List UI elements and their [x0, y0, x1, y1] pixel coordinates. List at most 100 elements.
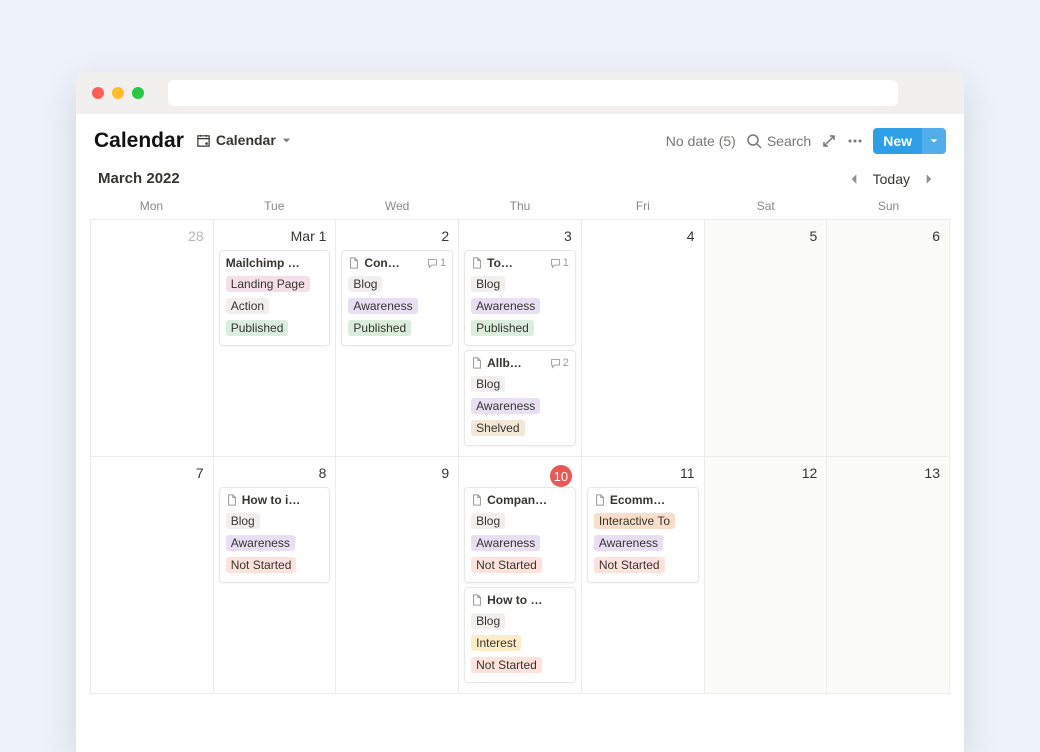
tag-blog: Blog [471, 613, 505, 629]
more-icon[interactable] [847, 133, 863, 149]
tag-interest: Interest [471, 635, 521, 651]
day-number: 3 [464, 226, 576, 250]
event-title: Allb… [487, 356, 546, 370]
tag-blog: Blog [226, 513, 260, 529]
event-card[interactable]: How to i… Blog Awareness Not Started [219, 487, 331, 583]
event-title: To… [487, 256, 546, 270]
page-icon [471, 357, 483, 369]
day-cell[interactable]: 5 [705, 220, 828, 457]
chevron-down-icon [281, 135, 292, 146]
event-card[interactable]: Ecomm… Interactive To Awareness Not Started [587, 487, 699, 583]
day-cell[interactable]: 4 [582, 220, 705, 457]
maximize-window-button[interactable] [132, 87, 144, 99]
tag-notstarted: Not Started [471, 657, 542, 673]
search-icon [746, 133, 762, 149]
day-cell[interactable]: 3 To…1BlogAwarenessPublished Allb…2BlogA… [459, 220, 582, 457]
calendar-grid: 28 Mar 1 Mailchimp …Landing PageActionPu… [90, 219, 950, 694]
day-cell[interactable]: 11 Ecomm… Interactive To Awareness Not Star… [582, 457, 705, 694]
new-button[interactable]: New [873, 128, 922, 154]
tag-awareness: Awareness [471, 398, 540, 414]
tag-published: Published [471, 320, 534, 336]
today-badge: 10 [550, 465, 572, 487]
event-title: How to i… [242, 493, 324, 507]
close-window-button[interactable] [92, 87, 104, 99]
search-button[interactable]: Search [746, 133, 811, 149]
day-cell[interactable]: 6 [827, 220, 950, 457]
tag-blog: Blog [471, 376, 505, 392]
day-cell[interactable]: 9 [336, 457, 459, 694]
dow-thu: Thu [459, 195, 582, 219]
day-number: 11 [587, 463, 699, 487]
today-button[interactable]: Today [867, 171, 916, 187]
event-card[interactable]: Allb… 2 Blog Awareness Shelved [464, 350, 576, 446]
dow-mon: Mon [90, 195, 213, 219]
comment-icon [550, 258, 561, 269]
event-title: Ecomm… [610, 493, 692, 507]
day-cell[interactable]: 2 Con…1BlogAwarenessPublished [336, 220, 459, 457]
day-cell[interactable]: 10 Compan… Blog Awareness Not Started How t… [459, 457, 582, 694]
new-button-dropdown[interactable] [922, 128, 946, 154]
comment-count: 2 [550, 357, 569, 369]
page-icon [471, 594, 483, 606]
day-number: 9 [341, 463, 453, 487]
event-title: How to … [487, 593, 569, 607]
event-card[interactable]: Compan… Blog Awareness Not Started [464, 487, 576, 583]
tag-awareness: Awareness [471, 535, 540, 551]
expand-icon[interactable] [821, 133, 837, 149]
view-label: Calendar [216, 132, 276, 148]
tag-notstarted: Not Started [594, 557, 665, 573]
tag-blog: Blog [471, 276, 505, 292]
new-button-group: New [873, 128, 946, 154]
tag-notstarted: Not Started [471, 557, 542, 573]
day-number: 10 [464, 463, 576, 487]
tag-blog: Blog [348, 276, 382, 292]
day-number: 5 [710, 226, 822, 250]
dow-wed: Wed [336, 195, 459, 219]
prev-month-button[interactable] [847, 172, 861, 186]
url-bar[interactable] [168, 80, 898, 106]
view-switcher[interactable]: Calendar [194, 128, 294, 154]
event-title: Compan… [487, 493, 569, 507]
event-title: Con… [364, 256, 423, 270]
tag-landing: Landing Page [226, 276, 310, 292]
day-cell[interactable]: 12 [705, 457, 828, 694]
day-number: 7 [96, 463, 208, 487]
day-cell[interactable]: 7 [91, 457, 214, 694]
event-card[interactable]: How to … Blog Interest Not Started [464, 587, 576, 683]
page-toolbar: Calendar Calendar No date (5) Search New [76, 114, 964, 164]
tag-shelved: Shelved [471, 420, 524, 436]
day-cell[interactable]: Mar 1 Mailchimp …Landing PageActionPubli… [214, 220, 337, 457]
page-title: Calendar [94, 129, 184, 153]
next-month-button[interactable] [922, 172, 936, 186]
day-cell[interactable]: 28 [91, 220, 214, 457]
comment-icon [427, 258, 438, 269]
tag-blog: Blog [471, 513, 505, 529]
tag-notstarted: Not Started [226, 557, 297, 573]
weekday-header: Mon Tue Wed Thu Fri Sat Sun [76, 195, 964, 219]
day-number: 12 [710, 463, 822, 487]
dow-sat: Sat [704, 195, 827, 219]
no-date-filter[interactable]: No date (5) [666, 133, 736, 149]
event-title: Mailchimp … [226, 256, 324, 270]
day-number: 28 [96, 226, 208, 250]
month-label: March 2022 [98, 170, 180, 187]
comment-count: 1 [427, 257, 446, 269]
day-number: 6 [832, 226, 944, 250]
event-card[interactable]: To…1BlogAwarenessPublished [464, 250, 576, 346]
page-icon [348, 257, 360, 269]
chevron-down-icon [929, 136, 939, 146]
window-traffic-lights [92, 87, 144, 99]
day-number: 13 [832, 463, 944, 487]
tag-awareness: Awareness [471, 298, 540, 314]
tag-awareness: Awareness [226, 535, 295, 551]
day-cell[interactable]: 13 [827, 457, 950, 694]
tag-int-tool: Interactive To [594, 513, 675, 529]
day-cell[interactable]: 8 How to i…BlogAwarenessNot Started [214, 457, 337, 694]
month-nav: March 2022 Today [76, 164, 964, 195]
event-card[interactable]: Mailchimp …Landing PageActionPublished [219, 250, 331, 346]
event-card[interactable]: Con…1BlogAwarenessPublished [341, 250, 453, 346]
tag-awareness: Awareness [594, 535, 663, 551]
calendar-icon [196, 133, 211, 148]
minimize-window-button[interactable] [112, 87, 124, 99]
tag-awareness: Awareness [348, 298, 417, 314]
